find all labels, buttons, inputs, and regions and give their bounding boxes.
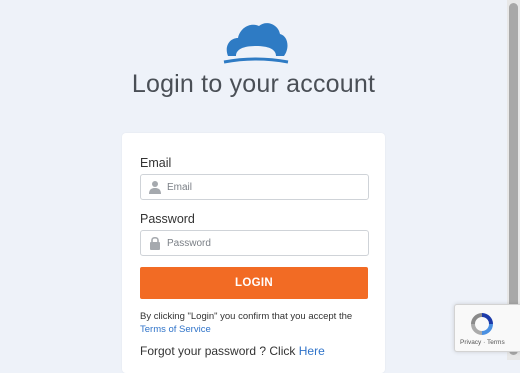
recaptcha-separator: · [483, 339, 486, 346]
password-field-wrapper[interactable] [140, 230, 369, 256]
recaptcha-privacy-link[interactable]: Privacy [460, 339, 481, 346]
user-icon [149, 181, 161, 194]
forgot-password-link[interactable]: Here [299, 344, 325, 358]
cloud-logo-icon [223, 23, 289, 64]
lock-icon [150, 236, 160, 250]
email-field-wrapper[interactable] [140, 174, 369, 200]
login-button[interactable]: LOGIN [140, 267, 368, 299]
password-label: Password [140, 212, 195, 226]
forgot-password: Forgot your password ? Click Here [140, 344, 325, 358]
terms-of-service-link[interactable]: Terms of Service [140, 324, 211, 335]
login-card: Email Password LOGIN By clicking "Login"… [122, 133, 385, 373]
page-title: Login to your account [131, 70, 376, 98]
password-input[interactable] [167, 231, 362, 255]
forgot-password-text: Forgot your password ? Click [140, 344, 296, 358]
email-label: Email [140, 156, 172, 170]
recaptcha-links: Privacy · Terms [460, 339, 505, 346]
terms-notice: By clicking "Login" you confirm that you… [140, 310, 380, 336]
scrollbar-thumb[interactable] [509, 3, 518, 355]
email-input[interactable] [167, 175, 362, 199]
recaptcha-badge[interactable]: Privacy · Terms [454, 304, 520, 352]
recaptcha-terms-link[interactable]: Terms [487, 339, 505, 346]
terms-text: By clicking "Login" you confirm that you… [140, 311, 353, 322]
recaptcha-icon [471, 313, 493, 335]
